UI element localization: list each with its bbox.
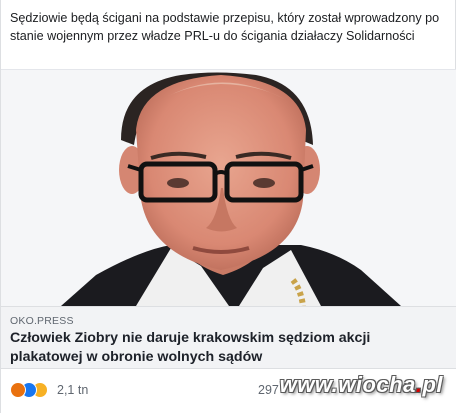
reaction-count[interactable]: 2,1 tn (57, 383, 88, 397)
watermark-prefix: www.wiocha (279, 372, 416, 397)
angry-reaction-icon (10, 382, 26, 398)
link-title[interactable]: Człowiek Ziobry nie daruje krakowskim sę… (10, 329, 430, 367)
reactions-bar: 2,1 tn 297 www.wiocha.pl (1, 369, 456, 413)
man-portrait-photo (1, 70, 456, 306)
watermark-suffix: pl (422, 372, 443, 397)
facebook-post: Sędziowie będą ścigani na podstawie prze… (0, 0, 456, 413)
reaction-icons[interactable] (10, 382, 54, 398)
link-preview-image[interactable] (1, 70, 456, 306)
link-domain: OKO.PRESS (10, 315, 74, 327)
site-watermark: www.wiocha.pl (280, 372, 443, 398)
post-text: Sędziowie będą ścigani na podstawie prze… (10, 11, 440, 43)
comment-count[interactable]: 297 (258, 383, 279, 397)
link-preview-card[interactable]: OKO.PRESS Człowiek Ziobry nie daruje kra… (1, 306, 456, 369)
